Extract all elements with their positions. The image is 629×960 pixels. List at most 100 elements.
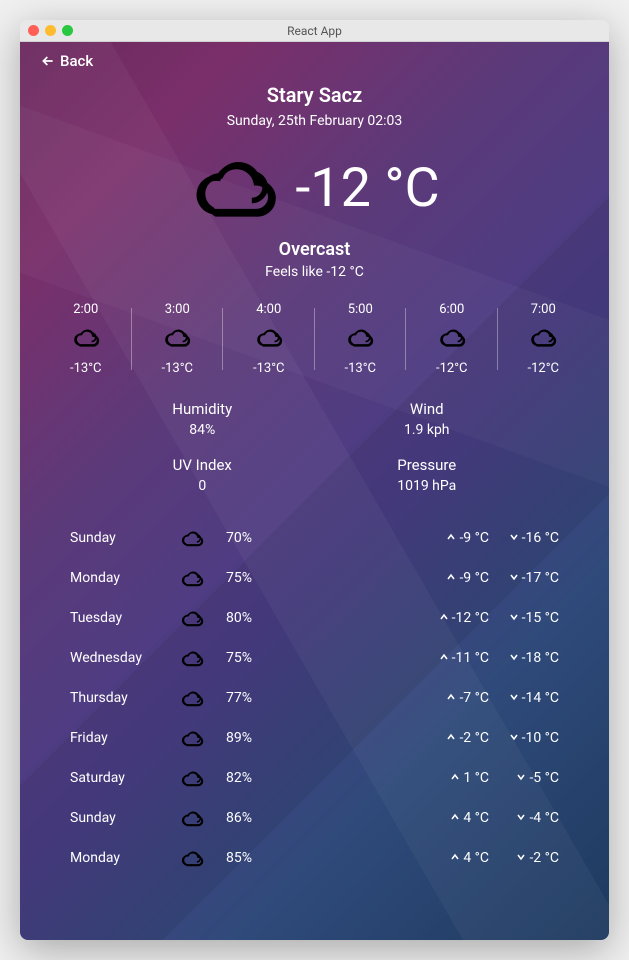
chevron-up-icon (450, 850, 460, 866)
day-precip: 77% (220, 690, 280, 706)
day-precip: 85% (220, 850, 280, 866)
chevron-up-icon (446, 570, 456, 586)
humidity-label: Humidity (90, 400, 315, 418)
chevron-down-icon (509, 610, 519, 626)
hour-temp: -12°C (498, 361, 590, 376)
hourly-item: 5:00 -13°C (315, 302, 407, 376)
daily-row: Saturday 82% 1 °C -5 °C (70, 758, 559, 798)
app-window: React App Back Stary Sacz Sunday, 25th F… (20, 20, 609, 940)
day-precip: 82% (220, 770, 280, 786)
day-low: -4 °C (489, 810, 559, 826)
current-temperature: -12 °C (295, 157, 439, 220)
day-high: -9 °C (419, 570, 489, 586)
hour-time: 5:00 (315, 302, 407, 317)
chevron-down-icon (509, 570, 519, 586)
day-name: Friday (70, 730, 180, 746)
day-high: 4 °C (419, 810, 489, 826)
day-low: -5 °C (489, 770, 559, 786)
day-low: -2 °C (489, 850, 559, 866)
hour-temp: -12°C (406, 361, 498, 376)
back-button-label: Back (60, 52, 93, 70)
feels-like: Feels like -12 °C (40, 264, 589, 280)
hour-time: 6:00 (406, 302, 498, 317)
hour-temp: -13°C (132, 361, 224, 376)
day-low: -14 °C (489, 690, 559, 706)
traffic-lights (28, 25, 73, 36)
hourly-item: 7:00 -12°C (498, 302, 590, 376)
chevron-up-icon (450, 770, 460, 786)
current-condition: Overcast (40, 239, 589, 260)
hourly-item: 6:00 -12°C (406, 302, 498, 376)
hourly-forecast: 2:00 -13°C 3:00 -13°C 4:00 -13°C 5:00 -1… (40, 302, 589, 376)
chevron-down-icon (509, 650, 519, 666)
chevron-up-icon (446, 530, 456, 546)
titlebar: React App (20, 20, 609, 42)
chevron-down-icon (509, 530, 519, 546)
chevron-down-icon (509, 690, 519, 706)
uv-stat: UV Index 0 (90, 456, 315, 494)
current-weather-icon (189, 147, 279, 229)
cloud-icon (223, 323, 315, 355)
hourly-item: 4:00 -13°C (223, 302, 315, 376)
uv-label: UV Index (90, 456, 315, 474)
day-low: -15 °C (489, 610, 559, 626)
chevron-up-icon (446, 690, 456, 706)
cloud-icon (180, 606, 220, 630)
uv-value: 0 (90, 478, 315, 494)
day-name: Sunday (70, 530, 180, 546)
cloud-icon (180, 766, 220, 790)
cloud-icon (180, 846, 220, 870)
humidity-stat: Humidity 84% (90, 400, 315, 438)
day-low: -18 °C (489, 650, 559, 666)
day-high: -12 °C (419, 610, 489, 626)
day-high: -9 °C (419, 530, 489, 546)
chevron-up-icon (439, 650, 449, 666)
minimize-window-button[interactable] (45, 25, 56, 36)
day-low: -16 °C (489, 530, 559, 546)
day-high: 4 °C (419, 850, 489, 866)
day-high: -11 °C (419, 650, 489, 666)
day-name: Wednesday (70, 650, 180, 666)
chevron-down-icon (516, 850, 526, 866)
back-arrow-icon (40, 53, 56, 69)
cloud-icon (180, 526, 220, 550)
cloud-icon (180, 646, 220, 670)
daily-row: Sunday 86% 4 °C -4 °C (70, 798, 559, 838)
back-button[interactable]: Back (40, 52, 93, 70)
day-low: -17 °C (489, 570, 559, 586)
hour-time: 7:00 (498, 302, 590, 317)
day-name: Thursday (70, 690, 180, 706)
day-precip: 80% (220, 610, 280, 626)
chevron-up-icon (446, 730, 456, 746)
datetime: Sunday, 25th February 02:03 (40, 113, 589, 129)
maximize-window-button[interactable] (62, 25, 73, 36)
chevron-down-icon (509, 730, 519, 746)
app-content: Back Stary Sacz Sunday, 25th February 02… (20, 42, 609, 940)
day-name: Sunday (70, 810, 180, 826)
day-high: -7 °C (419, 690, 489, 706)
day-name: Saturday (70, 770, 180, 786)
cloud-icon (180, 726, 220, 750)
daily-row: Tuesday 80% -12 °C -15 °C (70, 598, 559, 638)
city-name: Stary Sacz (40, 83, 589, 107)
hour-temp: -13°C (315, 361, 407, 376)
window-title: React App (20, 24, 609, 38)
cloud-icon (180, 686, 220, 710)
hour-temp: -13°C (40, 361, 132, 376)
wind-value: 1.9 kph (315, 422, 540, 438)
hourly-item: 2:00 -13°C (40, 302, 132, 376)
day-precip: 86% (220, 810, 280, 826)
day-precip: 70% (220, 530, 280, 546)
day-name: Monday (70, 850, 180, 866)
day-name: Tuesday (70, 610, 180, 626)
day-high: 1 °C (419, 770, 489, 786)
chevron-up-icon (439, 610, 449, 626)
hour-temp: -13°C (223, 361, 315, 376)
day-low: -10 °C (489, 730, 559, 746)
day-precip: 89% (220, 730, 280, 746)
wind-label: Wind (315, 400, 540, 418)
wind-stat: Wind 1.9 kph (315, 400, 540, 438)
hour-time: 2:00 (40, 302, 132, 317)
day-precip: 75% (220, 650, 280, 666)
close-window-button[interactable] (28, 25, 39, 36)
